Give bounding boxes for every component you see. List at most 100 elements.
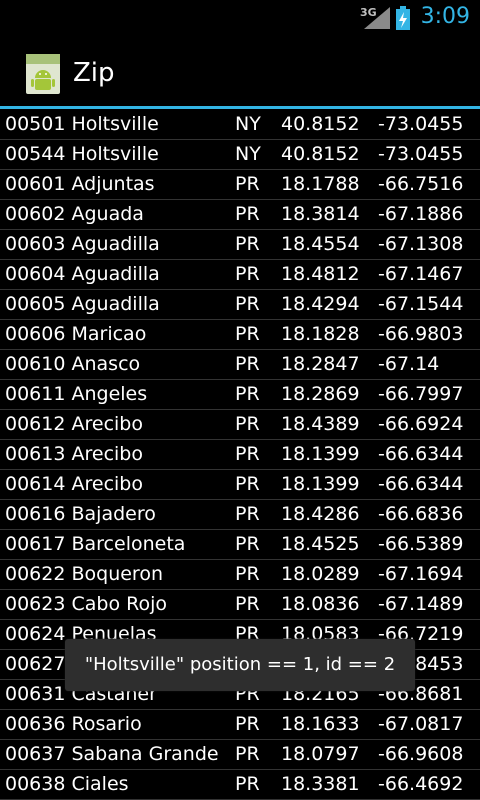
longitude-label: -66.6344 <box>378 473 464 495</box>
latitude-label: 18.4294 <box>281 293 360 315</box>
longitude-label: -66.9803 <box>378 323 464 345</box>
zip-city-label: 00623 Cabo Rojo <box>5 593 167 615</box>
zip-city-label: 00627 <box>5 653 66 675</box>
latitude-label: 18.4389 <box>281 413 360 435</box>
latitude-label: 18.1633 <box>281 713 360 735</box>
state-label: PR <box>235 293 260 315</box>
signal-icon <box>364 7 390 29</box>
zip-city-label: 00601 Adjuntas <box>5 173 155 195</box>
list-item[interactable]: 00604 Aguadilla PR 18.4812 -67.1467 <box>0 260 480 290</box>
zip-list[interactable]: 00501 Holtsville NY 40.8152 -73.0455 00544 H… <box>0 110 480 800</box>
list-item[interactable]: 00544 Holtsville NY 40.8152 -73.0455 <box>0 140 480 170</box>
clock: 3:09 <box>420 4 470 29</box>
zip-city-label: 00638 Ciales <box>5 773 129 795</box>
list-item[interactable]: 00613 Arecibo PR 18.1399 -66.6344 <box>0 440 480 470</box>
latitude-label: 18.1399 <box>281 443 360 465</box>
zip-city-label: 00613 Arecibo <box>5 443 143 465</box>
latitude-label: 18.1399 <box>281 473 360 495</box>
longitude-label: -66.6924 <box>378 413 464 435</box>
longitude-label: -66.7997 <box>378 383 464 405</box>
action-bar-divider <box>0 106 480 109</box>
latitude-label: 18.3381 <box>281 773 360 795</box>
zip-city-label: 00612 Arecibo <box>5 413 143 435</box>
state-label: PR <box>235 773 260 795</box>
zip-city-label: 00610 Anasco <box>5 353 141 375</box>
longitude-label: -67.0817 <box>378 713 464 735</box>
longitude-label: -73.0455 <box>378 143 464 165</box>
zip-city-label: 00501 Holtsville <box>5 113 159 135</box>
longitude-label: -67.1694 <box>378 563 464 585</box>
longitude-label: -67.1308 <box>378 233 464 255</box>
state-label: NY <box>235 113 261 135</box>
state-label: PR <box>235 383 260 405</box>
latitude-label: 40.8152 <box>281 113 360 135</box>
list-item[interactable]: 00602 Aguada PR 18.3814 -67.1886 <box>0 200 480 230</box>
latitude-label: 18.4286 <box>281 503 360 525</box>
latitude-label: 18.0836 <box>281 593 360 615</box>
list-item[interactable]: 00612 Arecibo PR 18.4389 -66.6924 <box>0 410 480 440</box>
list-item[interactable]: 00616 Bajadero PR 18.4286 -66.6836 <box>0 500 480 530</box>
zip-city-label: 00622 Boqueron <box>5 563 163 585</box>
longitude-label: -66.6344 <box>378 443 464 465</box>
android-app-icon[interactable] <box>26 54 60 94</box>
latitude-label: 18.4812 <box>281 263 360 285</box>
state-label: PR <box>235 353 260 375</box>
list-item[interactable]: 00611 Angeles PR 18.2869 -66.7997 <box>0 380 480 410</box>
zip-city-label: 00617 Barceloneta <box>5 533 186 555</box>
list-item[interactable]: 00605 Aguadilla PR 18.4294 -67.1544 <box>0 290 480 320</box>
toast-message: "Holtsville" position == 1, id == 2 <box>65 639 415 691</box>
zip-city-label: 00637 Sabana Grande <box>5 743 219 765</box>
zip-city-label: 00604 Aguadilla <box>5 263 160 285</box>
state-label: PR <box>235 503 260 525</box>
latitude-label: 18.1788 <box>281 173 360 195</box>
list-item[interactable]: 00622 Boqueron PR 18.0289 -67.1694 <box>0 560 480 590</box>
action-bar: Zip <box>0 38 480 106</box>
latitude-label: 18.2847 <box>281 353 360 375</box>
list-item[interactable]: 00606 Maricao PR 18.1828 -66.9803 <box>0 320 480 350</box>
zip-city-label: 00614 Arecibo <box>5 473 143 495</box>
zip-city-label: 00605 Aguadilla <box>5 293 160 315</box>
latitude-label: 18.0797 <box>281 743 360 765</box>
state-label: PR <box>235 233 260 255</box>
app-title: Zip <box>73 58 115 88</box>
latitude-label: 18.2869 <box>281 383 360 405</box>
list-item[interactable]: 00637 Sabana Grande PR 18.0797 -66.9608 <box>0 740 480 770</box>
list-item[interactable]: 00614 Arecibo PR 18.1399 -66.6344 <box>0 470 480 500</box>
list-item[interactable]: 00638 Ciales PR 18.3381 -66.4692 <box>0 770 480 800</box>
longitude-label: -66.9608 <box>378 743 464 765</box>
longitude-label: -67.14 <box>378 353 440 375</box>
longitude-label: -66.7516 <box>378 173 464 195</box>
state-label: PR <box>235 263 260 285</box>
longitude-label: -66.6836 <box>378 503 464 525</box>
latitude-label: 18.0289 <box>281 563 360 585</box>
latitude-label: 18.1828 <box>281 323 360 345</box>
state-label: PR <box>235 443 260 465</box>
list-item[interactable]: 00601 Adjuntas PR 18.1788 -66.7516 <box>0 170 480 200</box>
longitude-label: -66.5389 <box>378 533 464 555</box>
list-item[interactable]: 00623 Cabo Rojo PR 18.0836 -67.1489 <box>0 590 480 620</box>
longitude-label: -67.1489 <box>378 593 464 615</box>
list-item[interactable]: 00501 Holtsville NY 40.8152 -73.0455 <box>0 110 480 140</box>
longitude-label: -67.1544 <box>378 293 464 315</box>
state-label: PR <box>235 593 260 615</box>
state-label: PR <box>235 173 260 195</box>
zip-city-label: 00544 Holtsville <box>5 143 159 165</box>
state-label: PR <box>235 563 260 585</box>
zip-city-label: 00603 Aguadilla <box>5 233 160 255</box>
list-item[interactable]: 00610 Anasco PR 18.2847 -67.14 <box>0 350 480 380</box>
longitude-label: -67.1886 <box>378 203 464 225</box>
state-label: PR <box>235 743 260 765</box>
battery-charging-icon <box>396 6 410 30</box>
zip-city-label: 00611 Angeles <box>5 383 148 405</box>
longitude-label: -66.4692 <box>378 773 464 795</box>
state-label: PR <box>235 713 260 735</box>
latitude-label: 18.4525 <box>281 533 360 555</box>
state-label: PR <box>235 203 260 225</box>
list-item[interactable]: 00603 Aguadilla PR 18.4554 -67.1308 <box>0 230 480 260</box>
latitude-label: 18.3814 <box>281 203 360 225</box>
list-item[interactable]: 00617 Barceloneta PR 18.4525 -66.5389 <box>0 530 480 560</box>
list-item[interactable]: 00636 Rosario PR 18.1633 -67.0817 <box>0 710 480 740</box>
state-label: PR <box>235 533 260 555</box>
state-label: NY <box>235 143 261 165</box>
zip-city-label: 00636 Rosario <box>5 713 142 735</box>
